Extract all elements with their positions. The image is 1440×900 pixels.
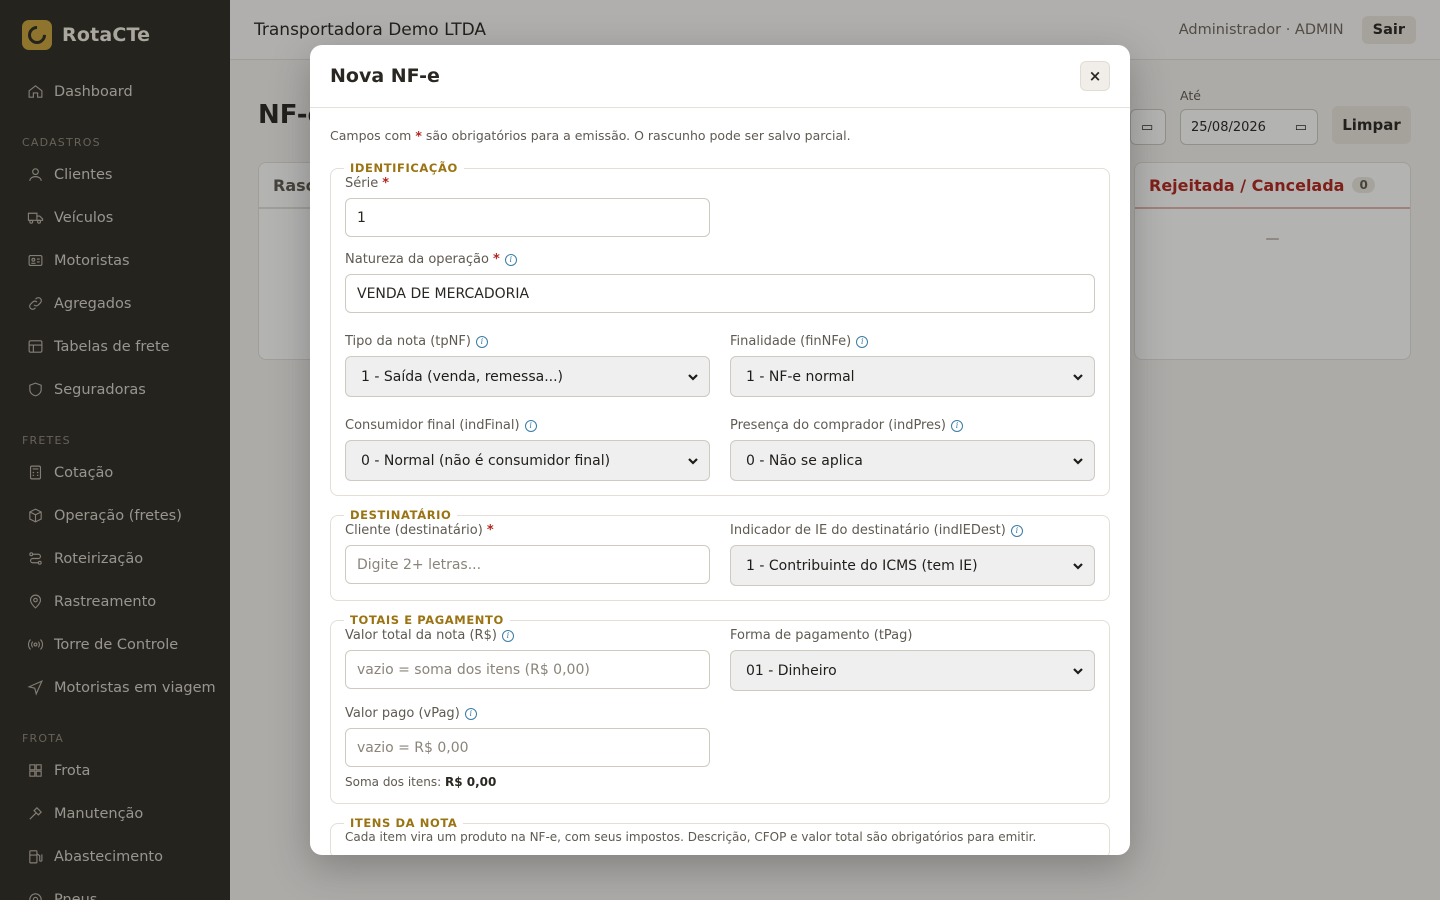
- finnfe-select[interactable]: 1 - NF-e normal: [730, 356, 1095, 397]
- valor-total-label: Valor total da nota (R$) i: [345, 627, 710, 644]
- nfe-modal: Nova NF-e × Campos com * são obrigatório…: [310, 45, 1130, 855]
- indiedest-label: Indicador de IE do destinatário (indIEDe…: [730, 522, 1095, 539]
- close-icon[interactable]: ×: [1080, 61, 1110, 91]
- chevron-down-icon: [1073, 457, 1083, 465]
- natureza-label: Natureza da operação * i: [345, 251, 1095, 268]
- info-icon[interactable]: i: [950, 419, 963, 432]
- soma-itens: Soma dos itens: R$ 0,00: [345, 775, 497, 789]
- cliente-search-input[interactable]: Digite 2+ letras...: [345, 545, 710, 584]
- modal-header: Nova NF-e ×: [310, 45, 1130, 108]
- indpres-label: Presença do comprador (indPres) i: [730, 417, 1095, 434]
- tpnf-label: Tipo da nota (tpNF) i: [345, 333, 710, 350]
- section-legend: ITENS DA NOTA: [350, 816, 458, 830]
- vpag-label: Valor pago (vPag) i: [345, 705, 710, 722]
- info-icon[interactable]: i: [504, 253, 517, 266]
- chevron-down-icon: [1073, 667, 1083, 675]
- section-legend: TOTAIS E PAGAMENTO: [350, 613, 504, 627]
- required-fields-note: Campos com * são obrigatórios para a emi…: [330, 128, 851, 143]
- section-legend: IDENTIFICAÇÃO: [350, 161, 458, 175]
- section-totais-pagamento: TOTAIS E PAGAMENTO Valor total da nota (…: [330, 613, 1110, 804]
- indfinal-label: Consumidor final (indFinal) i: [345, 417, 710, 434]
- info-icon[interactable]: i: [524, 419, 537, 432]
- natureza-input[interactable]: VENDA DE MERCADORIA: [345, 274, 1095, 313]
- modal-title: Nova NF-e: [330, 65, 440, 87]
- serie-input[interactable]: 1: [345, 198, 710, 237]
- modal-body: Campos com * são obrigatórios para a emi…: [310, 108, 1130, 855]
- info-icon[interactable]: i: [475, 335, 488, 348]
- info-icon[interactable]: i: [501, 629, 514, 642]
- vpag-input[interactable]: vazio = R$ 0,00: [345, 728, 710, 767]
- cliente-label: Cliente (destinatário) *: [345, 523, 494, 538]
- info-icon[interactable]: i: [1010, 524, 1023, 537]
- tpnf-select[interactable]: 1 - Saída (venda, remessa...): [345, 356, 710, 397]
- finnfe-label: Finalidade (finNFe) i: [730, 333, 1095, 350]
- indfinal-select[interactable]: 0 - Normal (não é consumidor final): [345, 440, 710, 481]
- tpag-select[interactable]: 01 - Dinheiro: [730, 650, 1095, 691]
- chevron-down-icon: [688, 373, 698, 381]
- info-icon[interactable]: i: [856, 335, 869, 348]
- section-destinatario: DESTINATÁRIO Cliente (destinatário) * Dig…: [330, 508, 1110, 601]
- tpag-label: Forma de pagamento (tPag): [730, 628, 913, 643]
- section-itens: ITENS DA NOTA Cada item vira um produto …: [330, 816, 1110, 855]
- chevron-down-icon: [688, 457, 698, 465]
- chevron-down-icon: [1073, 373, 1083, 381]
- section-legend: DESTINATÁRIO: [350, 508, 452, 522]
- itens-description: Cada item vira um produto na NF-e, com s…: [345, 830, 1037, 844]
- section-identificacao: IDENTIFICAÇÃO Série * 1 Natureza da opera…: [330, 161, 1110, 496]
- indpres-select[interactable]: 0 - Não se aplica: [730, 440, 1095, 481]
- info-icon[interactable]: i: [464, 707, 477, 720]
- chevron-down-icon: [1073, 562, 1083, 570]
- valor-total-input[interactable]: vazio = soma dos itens (R$ 0,00): [345, 650, 710, 689]
- indiedest-select[interactable]: 1 - Contribuinte do ICMS (tem IE): [730, 545, 1095, 586]
- serie-label: Série *: [345, 176, 390, 191]
